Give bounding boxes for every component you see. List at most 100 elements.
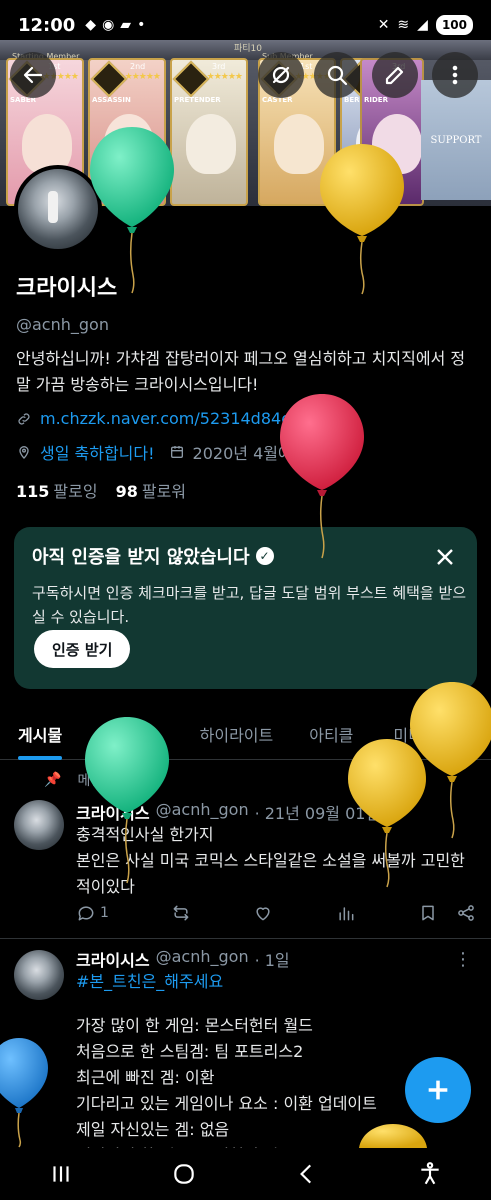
tab-replies[interactable]: 답글 <box>80 708 165 760</box>
servant-portrait <box>372 114 422 174</box>
edit-button[interactable] <box>372 52 418 98</box>
tab-media[interactable]: 미디어 <box>371 708 455 760</box>
pin-icon: 📌 <box>44 772 62 788</box>
bar-chart-icon <box>339 907 354 921</box>
calendar-icon <box>170 446 183 458</box>
battery-indicator: 100 <box>435 15 473 35</box>
joined-date: 2020년 4월에 가입함 <box>192 444 342 463</box>
back-button[interactable] <box>10 52 56 98</box>
verify-title-row: 아직 인증을 받지 않았습니다 ✓ <box>32 543 459 569</box>
star-rating: ★★★★★ <box>206 72 243 82</box>
home-icon[interactable] <box>171 1161 197 1187</box>
profile-link[interactable]: m.chzzk.naver.com/52314d84ee0674... <box>40 409 357 428</box>
followers-count: 98 <box>115 482 138 501</box>
card-rank-label: 3rd <box>212 62 226 71</box>
bookmark-icon[interactable] <box>418 903 438 923</box>
car-icon: ▰ <box>120 17 132 33</box>
tweet-author-handle: @acnh_gon <box>155 947 249 966</box>
share-icon[interactable] <box>456 903 476 923</box>
tweet-avatar[interactable] <box>14 800 64 850</box>
servant-card-3: ★★★★★ PRETENDER 3rd <box>170 58 248 206</box>
views-button[interactable] <box>336 903 356 923</box>
reply-count: 1 <box>100 905 109 921</box>
tab-posts[interactable]: 게시물 <box>0 708 80 760</box>
get-verified-button[interactable]: 인증 받기 <box>34 630 131 668</box>
servant-portrait <box>186 114 236 174</box>
grok-icon <box>272 66 290 84</box>
avatar-figure <box>48 191 58 223</box>
search-icon <box>327 65 348 86</box>
servant-portrait <box>104 114 154 174</box>
profile-avatar[interactable] <box>14 165 102 253</box>
retweet-icon <box>173 905 189 921</box>
following-label: 팔로잉 <box>53 482 98 501</box>
profile-meta-row: 생일 축하합니다! 2020년 4월에 가입함 › <box>16 440 356 464</box>
notification-icons: ◆ ◉ ▰ • <box>85 17 145 33</box>
pencil-icon <box>385 66 404 85</box>
like-button[interactable] <box>253 903 273 923</box>
balloon-icon <box>410 682 491 839</box>
system-nav-bar <box>0 1148 491 1200</box>
tweet-header: 크라이시스 @acnh_gon · 1일 <box>76 947 290 971</box>
retweet-button[interactable] <box>171 903 191 923</box>
tweet-avatar[interactable] <box>14 950 64 1000</box>
search-button[interactable] <box>314 52 360 98</box>
chevron-right-icon: › <box>349 442 357 462</box>
tweet-author-name[interactable]: 크라이시스 <box>76 947 150 971</box>
followers-label: 팔로워 <box>141 482 187 501</box>
tab-highlights[interactable]: 하이라이트 <box>166 708 292 760</box>
display-name: 크라이시스 <box>16 276 118 301</box>
tweet-actions: 1 <box>76 903 476 923</box>
tweet-divider <box>0 938 491 939</box>
card-class-label: PRETENDER <box>174 96 221 104</box>
support-label: SUPPORT <box>421 80 491 200</box>
star-rating: ★★★★★ <box>124 72 161 82</box>
tab-articles[interactable]: 아티클 <box>291 708 371 760</box>
accessibility-icon[interactable] <box>417 1161 443 1187</box>
verify-title: 아직 인증을 받지 않았습니다 <box>32 547 250 568</box>
tweet-author-handle: @acnh_gon <box>155 800 249 819</box>
verify-description: 구독하시면 인증 체크마크를 받고, 답글 도달 범위 부스트 혜택을 받으실 … <box>32 584 467 626</box>
verified-badge-icon: ✓ <box>255 547 274 565</box>
servant-portrait <box>274 114 324 174</box>
servant-card-2: ★★★★★ ASSASSIN 2nd <box>88 58 166 206</box>
reply-button[interactable]: 1 <box>76 903 109 923</box>
class-emblem-icon <box>90 60 128 98</box>
status-bar: 12:00 ◆ ◉ ▰ • ✕ ≋ ◢ 100 <box>0 0 491 50</box>
more-vertical-icon[interactable]: ⋮ <box>453 949 473 970</box>
verification-prompt-card: 아직 인증을 받지 않았습니다 ✓ 구독하시면 인증 체크마크를 받고, 답글 … <box>14 527 477 689</box>
close-icon <box>437 549 453 565</box>
status-time: 12:00 <box>18 14 76 36</box>
tweet-hashtag[interactable]: #본_트친은_해주세요 <box>76 969 476 995</box>
back-nav-icon[interactable] <box>294 1161 320 1187</box>
more-vertical-icon <box>452 65 458 85</box>
pinned-indicator: 📌 메인에 올림 <box>44 770 146 790</box>
follow-stats: 115 팔로잉 98 팔로워 <box>16 478 186 502</box>
following-stat[interactable]: 115 팔로잉 <box>16 478 98 502</box>
share-actions <box>418 903 476 923</box>
profile-handle: @acnh_gon <box>16 315 109 334</box>
tweet-author-name[interactable]: 크라이시스 <box>76 800 150 824</box>
more-options-button[interactable] <box>432 52 478 98</box>
grok-button[interactable] <box>258 52 304 98</box>
compose-button[interactable] <box>405 1057 471 1123</box>
signal-icon: ◢ <box>417 17 428 33</box>
game-controller-icon: ◆ <box>85 17 97 33</box>
profile-tabs: 게시물 답글 하이라이트 아티클 미디어 <box>0 708 491 760</box>
link-icon <box>18 412 30 425</box>
tweet-time: · 1일 <box>254 951 290 970</box>
mute-icon: ✕ <box>377 17 390 33</box>
tweet-header: 크라이시스 @acnh_gon · 21년 09월 01일 <box>76 800 380 824</box>
tweet-time: · 21년 09월 01일 <box>254 804 381 823</box>
hashtag-link[interactable]: #본_트친은_해주세요 <box>76 972 223 991</box>
close-button[interactable] <box>433 545 457 569</box>
heart-icon <box>256 907 271 921</box>
recent-apps-icon[interactable] <box>48 1161 74 1187</box>
profile-bio: 안녕하십니까! 가챠겜 잡탕러이자 페그오 열심히하고 치지직에서 정말 가끔 … <box>16 349 466 394</box>
card-class-label: ASSASSIN <box>92 96 131 104</box>
pinned-label: 메인에 올림 <box>77 773 147 789</box>
followers-stat[interactable]: 98 팔로워 <box>116 478 186 502</box>
plus-icon <box>428 1080 448 1100</box>
profile-link-row[interactable]: m.chzzk.naver.com/52314d84ee0674... <box>16 409 357 428</box>
birthday-text[interactable]: 생일 축하합니다! <box>40 440 155 464</box>
